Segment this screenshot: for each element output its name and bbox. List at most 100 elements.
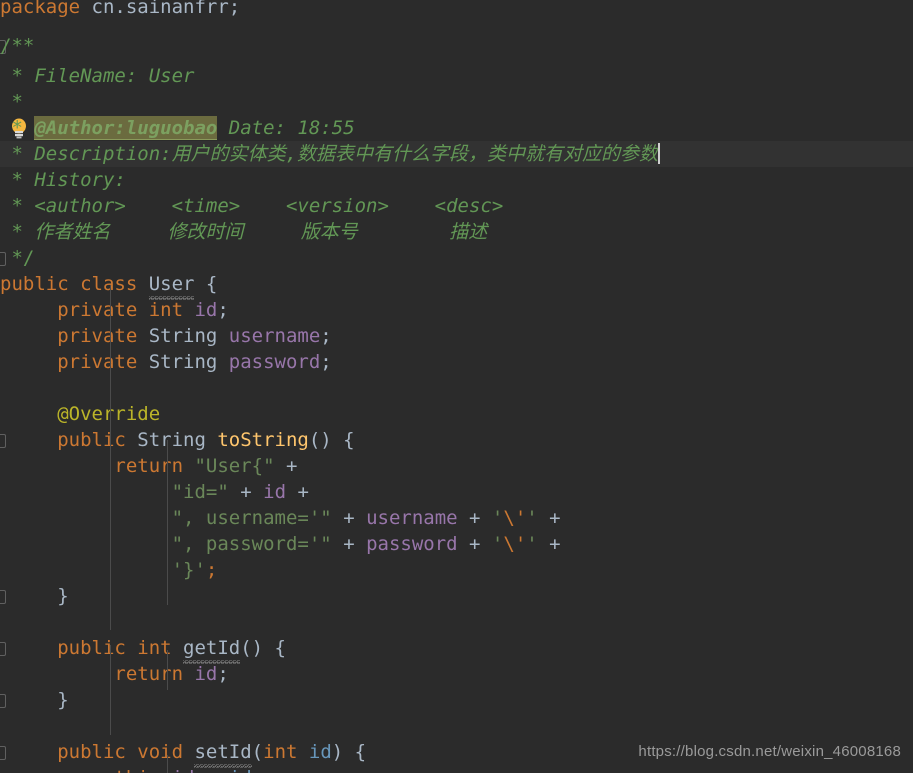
code-token: id <box>229 767 252 773</box>
code-line[interactable]: this.id = id; <box>0 765 913 773</box>
code-token: . <box>160 767 171 773</box>
code-token: "id=" <box>171 481 229 503</box>
code-token: int <box>263 741 309 763</box>
code-line[interactable]: "id=" + id + <box>0 479 913 505</box>
code-token: private int <box>57 299 195 321</box>
editor-text-area[interactable]: package cn.sainanfrr; /** * FileName: Use… <box>0 0 913 773</box>
code-line-text: package cn.sainanfrr; <box>0 0 240 20</box>
code-line[interactable]: * 作者姓名 修改时间 版本号 描述 <box>0 219 913 245</box>
code-token: */ <box>0 247 35 269</box>
code-token: ", username='" <box>171 507 332 529</box>
code-token: + <box>274 455 298 477</box>
code-token: + <box>286 481 309 503</box>
code-token: /** <box>0 35 35 57</box>
code-token: id <box>194 663 218 685</box>
code-token: ' <box>491 507 504 529</box>
code-token: id <box>194 299 218 321</box>
code-line[interactable]: '}'; <box>0 557 913 583</box>
code-line[interactable]: */ <box>0 245 913 271</box>
code-fold-marker-icon[interactable] <box>0 642 6 656</box>
code-token: String <box>137 429 218 451</box>
code-line[interactable]: ", password='" + password + '\'' + <box>0 531 913 557</box>
code-line[interactable]: private String username; <box>0 323 913 349</box>
code-line[interactable]: return "User{" + <box>0 453 913 479</box>
code-line[interactable]: * @Author:luguobao Date: 18:55 <box>0 115 913 141</box>
code-token: ; <box>228 0 241 18</box>
code-line[interactable]: /** <box>0 33 913 59</box>
code-token: + <box>457 507 492 529</box>
indent-guide <box>167 755 168 773</box>
code-token: String <box>148 325 229 347</box>
code-line-text: * Description:用户的实体类,数据表中有什么字段，类中就有对应的参数 <box>0 141 661 167</box>
code-fold-marker-icon[interactable] <box>0 694 6 708</box>
code-line-text: ", username='" + username + '\'' + <box>172 505 561 531</box>
code-line[interactable]: @Override <box>0 401 913 427</box>
code-line[interactable]: public class User { <box>0 271 913 300</box>
code-token: public class <box>0 273 149 295</box>
code-line[interactable]: public int getId() { <box>0 635 913 664</box>
code-token: * <box>0 117 35 139</box>
code-token: return <box>114 663 195 685</box>
code-token: * <author> <time> <version> <desc> <box>0 195 504 217</box>
code-line-text: public void setId(int id) { <box>57 739 367 768</box>
code-token: ' <box>491 533 504 555</box>
code-token: * History: <box>0 169 126 191</box>
code-fold-marker-icon[interactable] <box>0 746 6 760</box>
code-token: = <box>195 767 229 773</box>
code-line[interactable]: * History: <box>0 167 913 193</box>
code-token: ) { <box>331 741 367 763</box>
code-line-text: "id=" + id + <box>172 479 309 505</box>
code-token: + <box>228 481 264 503</box>
code-token: ; <box>217 299 229 321</box>
code-line[interactable]: } <box>0 687 913 713</box>
code-token: private <box>57 351 149 373</box>
code-line[interactable]: * <box>0 89 913 115</box>
code-line-text: public int getId() { <box>57 635 286 664</box>
code-fold-marker-icon[interactable] <box>0 590 6 604</box>
code-line-text: return "User{" + <box>114 453 297 479</box>
code-line-text: private String username; <box>57 323 332 349</box>
code-line[interactable]: * FileName: User <box>0 63 913 89</box>
code-token: () { <box>240 637 286 659</box>
code-token: * FileName: User <box>0 65 195 87</box>
code-line-text: * @Author:luguobao Date: 18:55 <box>0 115 355 141</box>
code-line-text: private String password; <box>57 349 332 375</box>
code-token: public <box>57 429 138 451</box>
code-token: + <box>457 533 492 555</box>
code-token: username <box>228 325 321 347</box>
code-token: + <box>331 533 367 555</box>
code-fold-marker-icon[interactable] <box>0 434 6 448</box>
code-token: toString <box>217 429 309 451</box>
code-line-text: } <box>57 687 68 713</box>
code-line-text: this.id = id; <box>114 765 263 773</box>
code-token: } <box>57 689 69 711</box>
code-token: ; <box>217 663 229 685</box>
code-line[interactable] <box>0 609 913 635</box>
code-token: private <box>57 325 149 347</box>
code-line[interactable] <box>0 375 913 401</box>
code-token: id <box>308 741 332 763</box>
code-token: ", password='" <box>171 533 332 555</box>
code-line-text: * <box>0 89 22 115</box>
code-line[interactable]: return id; <box>0 661 913 687</box>
code-line[interactable] <box>0 713 913 739</box>
code-line[interactable]: ", username='" + username + '\'' + <box>0 505 913 531</box>
code-token: password <box>228 351 321 373</box>
indent-guide <box>167 440 168 605</box>
code-token: ' <box>526 533 538 555</box>
code-token: * Description:用户的实体类,数据表中有什么字段，类中就有对应的参数 <box>0 143 659 165</box>
code-line[interactable]: * <author> <time> <version> <desc> <box>0 193 913 219</box>
code-line[interactable]: * Description:用户的实体类,数据表中有什么字段，类中就有对应的参数 <box>0 141 913 167</box>
code-line-text: private int id; <box>57 297 229 323</box>
code-line[interactable]: package cn.sainanfrr; <box>0 0 913 20</box>
code-line-text: public String toString() { <box>57 427 354 453</box>
code-line[interactable]: } <box>0 583 913 609</box>
csdn-watermark: https://blog.csdn.net/weixin_46008168 <box>638 743 901 760</box>
code-line[interactable]: private int id; <box>0 297 913 323</box>
code-line-text: @Override <box>57 401 160 427</box>
text-caret <box>658 143 661 164</box>
code-line-text: * 作者姓名 修改时间 版本号 描述 <box>0 219 487 245</box>
code-line-text: * FileName: User <box>0 63 194 89</box>
code-line[interactable]: public String toString() { <box>0 427 913 453</box>
code-line[interactable]: private String password; <box>0 349 913 375</box>
